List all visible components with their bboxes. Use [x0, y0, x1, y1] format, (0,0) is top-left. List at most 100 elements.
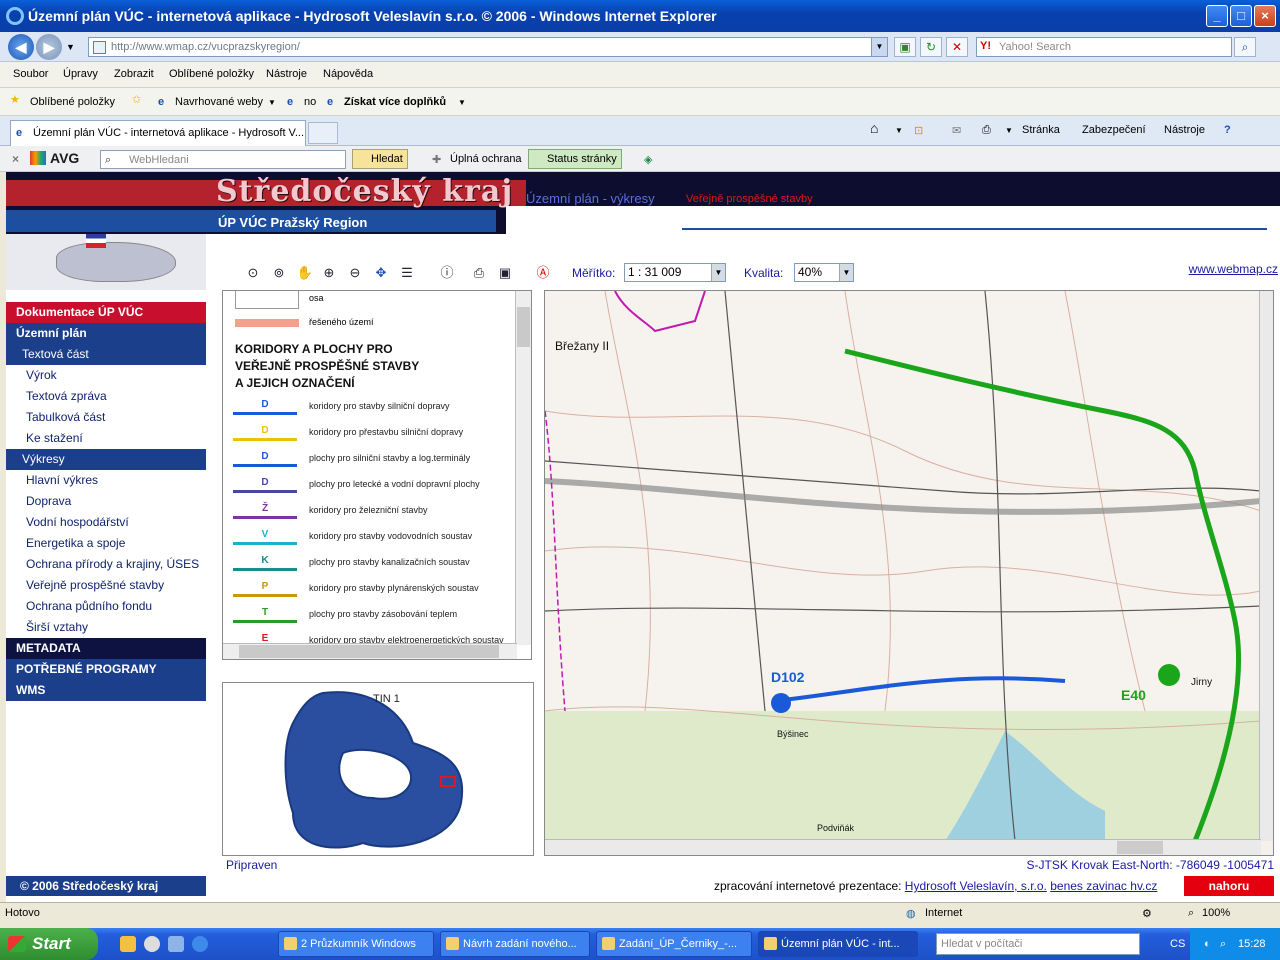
protected-mode-icon[interactable]: ⚙	[1142, 907, 1152, 920]
layers-icon[interactable]: ☰	[398, 264, 416, 282]
history-dropdown-icon[interactable]: ▼	[66, 42, 75, 52]
tools-menu[interactable]: Nástroje	[1164, 124, 1205, 136]
language-indicator[interactable]: CS	[1170, 938, 1185, 950]
nav-item[interactable]: Ochrana půdního fondu	[6, 596, 206, 617]
ie-quicklaunch-icon[interactable]	[192, 936, 208, 952]
rss-icon[interactable]: ⊡	[914, 124, 923, 137]
nav-item[interactable]: Vodní hospodářství	[6, 512, 206, 533]
compat-icon[interactable]: ▣	[894, 37, 916, 57]
nav-item[interactable]: WMS	[6, 680, 206, 701]
security-zone[interactable]: Internet	[925, 907, 962, 919]
more-addons-link[interactable]: Získat více doplňků	[344, 96, 446, 108]
nav-item[interactable]: Dokumentace ÚP VÚC	[6, 302, 206, 323]
refresh-icon[interactable]: ↻	[920, 37, 942, 57]
zoom-out-icon[interactable]: ⊖	[346, 264, 364, 282]
start-button[interactable]: Start	[0, 928, 98, 960]
quicklaunch-icon[interactable]	[120, 936, 136, 952]
back-to-top-button[interactable]: nahoru	[1184, 876, 1274, 896]
avg-search-button[interactable]: Hledat	[352, 149, 408, 169]
taskbar-item[interactable]: Návrh zadání nového...	[440, 931, 590, 957]
email-link[interactable]: benes zavinac hv.cz	[1050, 879, 1157, 893]
add-favorite-icon[interactable]: ✩	[132, 93, 141, 106]
forward-button[interactable]: ▶	[36, 34, 62, 60]
chevron-down-icon[interactable]: ▼	[1005, 126, 1013, 135]
nav-item[interactable]: Ke stažení	[6, 428, 206, 449]
quality-select[interactable]: 40% ▼	[794, 263, 854, 282]
company-link[interactable]: Hydrosoft Veleslavín, s.r.o.	[905, 879, 1047, 893]
zoom-in-icon[interactable]: ⊕	[320, 264, 338, 282]
suggested-sites-link[interactable]: Navrhované weby	[175, 96, 263, 108]
legend-horizontal-scrollbar[interactable]	[223, 643, 517, 659]
security-menu[interactable]: Zabezpečení	[1082, 124, 1146, 136]
close-toolbar-icon[interactable]: ×	[12, 152, 19, 166]
print-map-icon[interactable]: ⎙	[470, 264, 488, 282]
avg-extra-icon[interactable]: ◈	[644, 153, 652, 166]
new-tab-button[interactable]	[308, 122, 338, 144]
url-input[interactable]: http://www.wmap.cz/vucprazskyregion/ ▼	[88, 37, 888, 57]
page-menu[interactable]: Stránka	[1022, 124, 1060, 136]
menu-upravy[interactable]: Úpravy	[63, 68, 98, 80]
search-input[interactable]: Y! Yahoo! Search	[976, 37, 1232, 57]
print-icon[interactable]: ⎙	[982, 124, 991, 137]
main-map[interactable]: Břežany II D102 E40 Býšinec Podviňák Jir…	[544, 290, 1274, 856]
taskbar-item[interactable]: Územní plán VÚC - int...	[758, 931, 918, 957]
scroll-thumb[interactable]	[1117, 841, 1163, 854]
zoom-extent-icon[interactable]: ⊙	[244, 264, 262, 282]
zoom-level[interactable]: 100%	[1202, 907, 1230, 919]
url-dropdown-icon[interactable]: ▼	[871, 38, 887, 56]
page-status-button[interactable]: Status stránky	[528, 149, 622, 169]
nav-item[interactable]: Širší vztahy	[6, 617, 206, 638]
nav-item[interactable]: Hlavní výkres	[6, 470, 206, 491]
webmap-link[interactable]: www.webmap.cz	[1189, 262, 1278, 276]
nav-item[interactable]: Výrok	[6, 365, 206, 386]
map-vertical-scrollbar[interactable]	[1259, 291, 1273, 841]
scale-select[interactable]: 1 : 31 009 ▼	[624, 263, 726, 282]
about-icon[interactable]: Ⓐ	[534, 264, 552, 282]
favorites-star-icon[interactable]: ★	[10, 93, 20, 106]
scroll-thumb[interactable]	[517, 307, 530, 347]
taskbar-search-input[interactable]: Hledat v počítači	[936, 933, 1140, 955]
nav-item[interactable]: Územní plán	[6, 323, 206, 344]
tab-uzemni-plan[interactable]: e Územní plán VÚC - internetová aplikace…	[10, 120, 306, 146]
nav-item[interactable]: Textová zpráva	[6, 386, 206, 407]
zoom-previous-icon[interactable]: ⊚	[270, 264, 288, 282]
menu-oblibene[interactable]: Oblíbené položky	[169, 68, 254, 80]
quicklaunch-icon[interactable]	[168, 936, 184, 952]
home-icon[interactable]: ⌂	[870, 120, 878, 136]
chevron-down-icon[interactable]: ▼	[268, 98, 276, 107]
overview-map[interactable]: TIN 1	[222, 682, 534, 856]
taskbar-item[interactable]: 2 Průzkumník Windows	[278, 931, 434, 957]
legend-vertical-scrollbar[interactable]	[515, 291, 531, 645]
info-icon[interactable]: ⓘ	[438, 264, 456, 282]
pan-hand-icon[interactable]: ✋	[296, 264, 314, 282]
nav-item[interactable]: Doprava	[6, 491, 206, 512]
no-link[interactable]: no	[304, 96, 316, 108]
stop-icon[interactable]: ✕	[946, 37, 968, 57]
nav-item[interactable]: Výkresy	[6, 449, 206, 470]
chevron-down-icon[interactable]: ▼	[458, 98, 466, 107]
scroll-thumb[interactable]	[239, 645, 499, 658]
nav-item[interactable]: POTŘEBNÉ PROGRAMY	[6, 659, 206, 680]
back-button[interactable]: ◀	[8, 34, 34, 60]
search-icon[interactable]: ⌕	[1234, 37, 1256, 57]
favorites-button[interactable]: Oblíbené položky	[30, 96, 115, 108]
map-horizontal-scrollbar[interactable]	[545, 839, 1261, 855]
tray-icon[interactable]: ◐	[1204, 938, 1211, 950]
help-icon[interactable]: ?	[1224, 124, 1231, 136]
menu-napoveda[interactable]: Nápověda	[323, 68, 373, 80]
menu-nastroje[interactable]: Nástroje	[266, 68, 307, 80]
nav-item[interactable]: Textová část	[6, 344, 206, 365]
nav-item[interactable]: Veřejně prospěšné stavby	[6, 575, 206, 596]
save-map-icon[interactable]: ▣	[496, 264, 514, 282]
close-button[interactable]: ×	[1254, 5, 1276, 27]
chevron-down-icon[interactable]: ▼	[895, 126, 903, 135]
maximize-button[interactable]: □	[1230, 5, 1252, 27]
quicklaunch-icon[interactable]	[144, 936, 160, 952]
avg-search-input[interactable]: ⌕ WebHledani	[100, 150, 346, 169]
nav-item[interactable]: Ochrana přírody a krajiny, ÚSES	[6, 554, 206, 575]
menu-zobrazit[interactable]: Zobrazit	[114, 68, 154, 80]
minimize-button[interactable]: _	[1206, 5, 1228, 27]
nav-item[interactable]: METADATA	[6, 638, 206, 659]
tray-icon[interactable]: ⌕	[1220, 938, 1226, 951]
move-icon[interactable]: ✥	[372, 264, 390, 282]
